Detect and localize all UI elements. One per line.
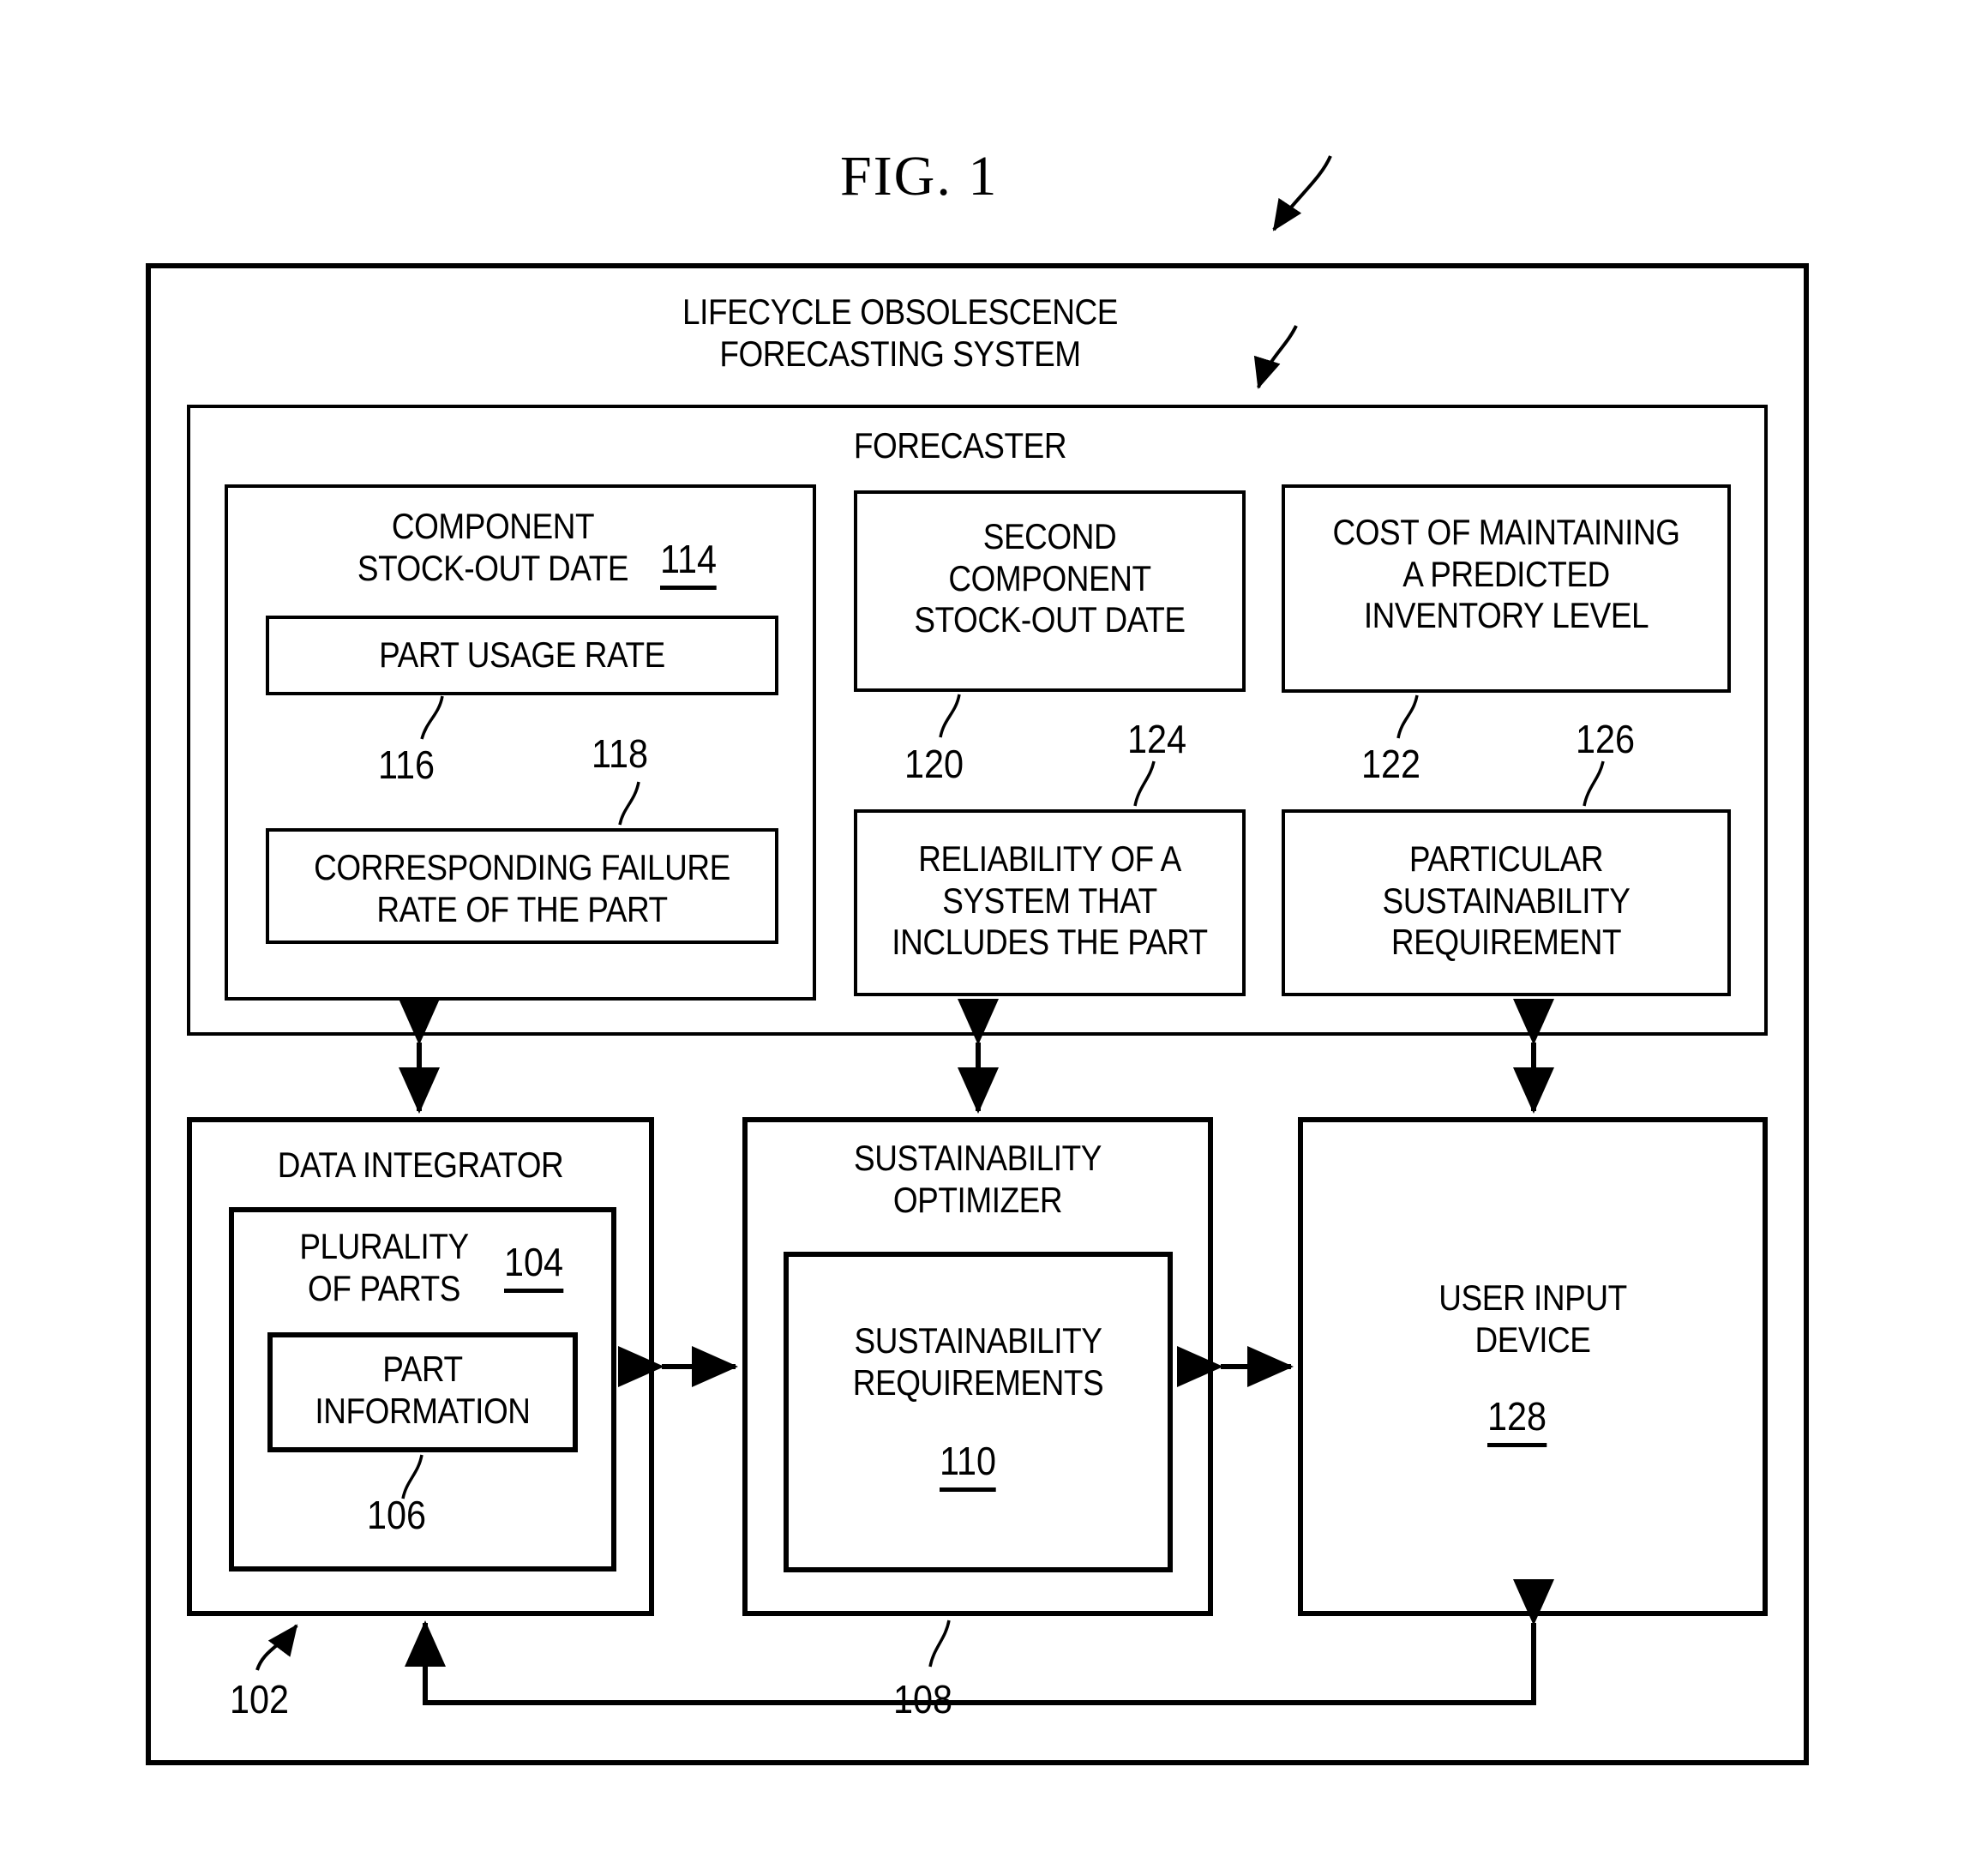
ref-126: 126 — [1576, 717, 1636, 761]
ref-106: 106 — [367, 1493, 427, 1537]
part-information-label: PART INFORMATION — [315, 1349, 531, 1431]
second-component-stock-out-date-label: SECOND COMPONENT STOCK-OUT DATE — [914, 516, 1186, 640]
ref-116: 116 — [378, 742, 435, 787]
corresponding-failure-rate-label: CORRESPONDING FAILURE RATE OF THE PART — [314, 847, 730, 929]
forecaster-title: FORECASTER — [853, 425, 1067, 466]
user-input-device-box — [1298, 1117, 1768, 1616]
patent-figure-canvas: FIG. 1 LIFECYCLE OBSOLESCENCE FORECASTIN… — [0, 0, 1988, 1875]
plurality-of-parts-label: PLURALITY OF PARTS — [299, 1226, 469, 1308]
cost-of-maintaining-label: COST OF MAINTAINING A PREDICTED INVENTOR… — [1332, 512, 1680, 636]
ref-118: 118 — [592, 731, 649, 776]
part-usage-rate-label: PART USAGE RATE — [379, 634, 665, 675]
sustainability-optimizer-title: SUSTAINABILITY OPTIMIZER — [854, 1138, 1102, 1220]
user-input-device-label: USER INPUT DEVICE — [1438, 1277, 1627, 1360]
ref-104: 104 — [504, 1239, 564, 1293]
particular-sustainability-requirement-label: PARTICULAR SUSTAINABILITY REQUIREMENT — [1382, 838, 1631, 963]
ref-102: 102 — [230, 1677, 290, 1722]
sustainability-requirements-box — [784, 1252, 1173, 1572]
system-title: LIFECYCLE OBSOLESCENCE FORECASTING SYSTE… — [682, 291, 1118, 374]
component-stock-out-date-label: COMPONENT STOCK-OUT DATE — [357, 506, 629, 588]
reliability-of-a-system-label: RELIABILITY OF A SYSTEM THAT INCLUDES TH… — [892, 838, 1208, 963]
ref-120: 120 — [904, 742, 964, 786]
ref-114: 114 — [660, 536, 718, 590]
ref-110: 110 — [940, 1438, 997, 1492]
data-integrator-title: DATA INTEGRATOR — [277, 1145, 564, 1185]
ref-122: 122 — [1361, 742, 1421, 786]
ref-124: 124 — [1127, 717, 1187, 761]
figure-title: FIG. 1 — [840, 145, 999, 207]
ref-128: 128 — [1487, 1393, 1547, 1447]
sustainability-requirements-label: SUSTAINABILITY REQUIREMENTS — [852, 1320, 1104, 1403]
ref-108: 108 — [893, 1677, 953, 1722]
